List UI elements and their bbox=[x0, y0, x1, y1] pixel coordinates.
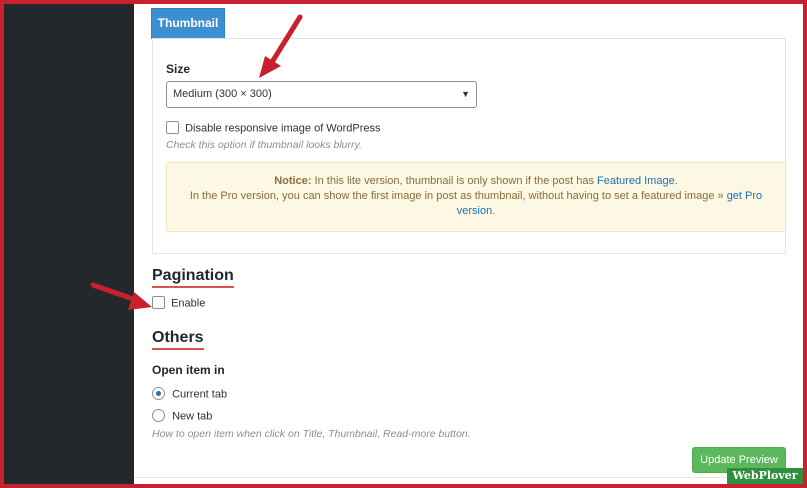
notice-text-2: . bbox=[674, 175, 678, 187]
pagination-title-text: Pagination bbox=[152, 267, 234, 284]
featured-image-link[interactable]: Featured Image bbox=[597, 175, 675, 187]
annotation-arrow-right-icon bbox=[90, 282, 152, 310]
disable-responsive-hint: Check this option if thumbnail looks blu… bbox=[166, 139, 362, 151]
notice-text-3: In the Pro version, you can show the fir… bbox=[189, 190, 727, 202]
size-select[interactable]: Medium (300 × 300) ▼ bbox=[166, 81, 477, 108]
radio-row-current-tab: Current tab bbox=[152, 387, 228, 401]
new-tab-label: New tab bbox=[172, 410, 213, 423]
others-title: Others bbox=[152, 329, 204, 350]
settings-main: Thumbnail Size Medium (300 × 300) ▼ Disa… bbox=[134, 4, 803, 484]
pagination-enable-label: Enable bbox=[171, 297, 206, 310]
tab-thumbnail[interactable]: Thumbnail bbox=[152, 9, 224, 38]
open-item-label: Open item in bbox=[152, 363, 225, 377]
disable-responsive-label: Disable responsive image of WordPress bbox=[185, 122, 381, 135]
divider bbox=[134, 477, 803, 478]
new-tab-radio[interactable] bbox=[152, 409, 165, 422]
others-underline bbox=[152, 348, 204, 350]
annotation-arrow-down-icon bbox=[259, 14, 303, 78]
size-select-value: Medium (300 × 300) bbox=[173, 88, 272, 100]
notice-text-4: . bbox=[492, 205, 496, 217]
disable-responsive-checkbox[interactable] bbox=[166, 121, 179, 134]
size-label: Size bbox=[166, 62, 191, 76]
admin-sidebar bbox=[4, 4, 134, 484]
notice-text-1: In this lite version, thumbnail is only … bbox=[311, 175, 598, 187]
current-tab-radio[interactable] bbox=[152, 387, 165, 400]
pagination-underline bbox=[152, 286, 234, 288]
pagination-title: Pagination bbox=[152, 267, 234, 288]
others-title-text: Others bbox=[152, 329, 204, 346]
current-tab-label: Current tab bbox=[172, 388, 228, 401]
notice-title: Notice: bbox=[274, 175, 312, 187]
thumbnail-panel: Size Medium (300 × 300) ▼ Disable respon… bbox=[152, 38, 786, 254]
pro-notice: Notice: In this lite version, thumbnail … bbox=[166, 162, 786, 232]
pagination-enable-row: Enable bbox=[152, 296, 206, 310]
watermark-logo: WebPlover bbox=[727, 468, 803, 484]
chevron-down-icon: ▼ bbox=[461, 89, 470, 99]
radio-row-new-tab: New tab bbox=[152, 409, 213, 423]
open-item-hint: How to open item when click on Title, Th… bbox=[152, 428, 471, 440]
disable-responsive-row: Disable responsive image of WordPress bbox=[166, 121, 381, 135]
